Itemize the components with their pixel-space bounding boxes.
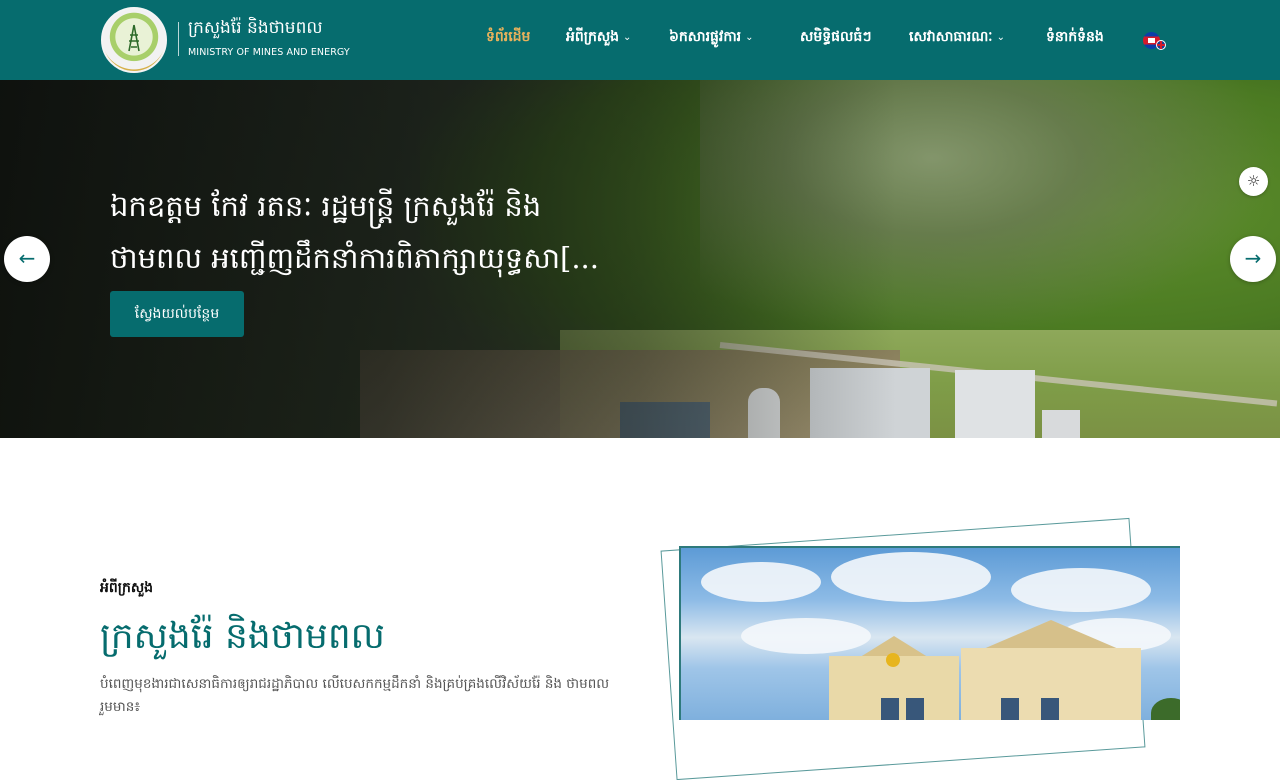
about-section-title: ក្រសួងរ៉ែ និងថាមពល <box>100 616 385 657</box>
nav-about-ministry[interactable]: អំពីក្រសួង ⌄ <box>566 26 631 48</box>
slider-next-button[interactable]: → <box>1230 236 1276 282</box>
power-tower-icon <box>128 24 140 52</box>
cloud <box>831 552 991 602</box>
emblem-icon <box>886 653 900 667</box>
building-window <box>1041 698 1059 720</box>
uk-flag-icon <box>1156 40 1166 50</box>
hero-title-line-2: ថាមពល អញ្ជើញដឹកនាំការពិភាក្សាយុទ្ធសា[... <box>110 241 599 275</box>
theme-toggle-button[interactable]: ☼ <box>1239 167 1268 196</box>
nav-official-documents-label: ៦កសារផ្លូវការ <box>669 29 742 45</box>
chevron-down-icon: ⌄ <box>996 32 1005 43</box>
nav-contact-label: ទំនាក់ទំនង <box>1046 29 1104 45</box>
sun-icon: ☼ <box>1246 172 1261 190</box>
building-window <box>1001 698 1019 720</box>
ministry-logo-icon[interactable] <box>101 7 167 73</box>
arrow-left-icon: ← <box>18 246 36 270</box>
slider-prev-button[interactable]: ← <box>4 236 50 282</box>
logo-divider <box>178 22 179 56</box>
nav-public-services-label: សេវាសាធារណៈ <box>909 29 993 45</box>
chevron-down-icon: ⌄ <box>745 32 754 43</box>
logo-title-english[interactable]: MINISTRY OF MINES AND ENERGY <box>188 47 350 58</box>
about-section-text: បំពេញមុខងារជាសេនាធិការឲ្យរាជរដ្ឋាភិបាល ល… <box>100 676 610 715</box>
nav-achievements-label: សមិទ្ធិផលធំៗ <box>800 29 872 45</box>
nav-home[interactable]: ទំព័រដើម <box>486 26 530 48</box>
nav-achievements[interactable]: សមិទ្ធិផលធំៗ <box>800 26 871 48</box>
about-section-label: អំពីក្រសួង <box>100 580 154 596</box>
building-window <box>906 698 924 720</box>
nav-home-label: ទំព័រដើម <box>486 29 531 45</box>
arrow-right-icon: → <box>1244 246 1262 270</box>
nav-public-services[interactable]: សេវាសាធារណៈ ⌄ <box>909 26 1005 48</box>
site-header: ក្រសួងរ៉ែ និងថាមពល MINISTRY OF MINES AND… <box>0 0 1280 80</box>
chevron-down-icon: ⌄ <box>623 32 632 43</box>
building-roof <box>981 620 1121 650</box>
language-switch-icon[interactable] <box>1143 30 1167 50</box>
ministry-building-image <box>679 546 1180 720</box>
hero-title-line-1: ឯកឧត្តម កែវ រតនៈ រដ្ឋមន្ត្រី ក្រសួងរ៉ែ ន… <box>110 189 542 223</box>
hero-slider: ឯកឧត្តម កែវ រតនៈ រដ្ឋមន្ត្រី ក្រសួងរ៉ែ ន… <box>0 80 1280 438</box>
tree <box>1151 698 1180 720</box>
logo-title-khmer[interactable]: ក្រសួងរ៉ែ និងថាមពល <box>188 17 323 39</box>
nav-official-documents[interactable]: ៦កសារផ្លូវការ ⌄ <box>669 26 754 48</box>
nav-contact[interactable]: ទំនាក់ទំនង <box>1046 26 1104 48</box>
building-window <box>881 698 899 720</box>
cloud <box>701 562 821 602</box>
nav-about-ministry-label: អំពីក្រសួង <box>566 29 620 45</box>
hero-slide-title: ឯកឧត្តម កែវ រតនៈ រដ្ឋមន្ត្រី ក្រសួងរ៉ែ ន… <box>110 180 670 284</box>
learn-more-button[interactable]: ស្វែងយល់បន្ថែម <box>110 291 244 337</box>
cloud <box>1011 568 1151 612</box>
